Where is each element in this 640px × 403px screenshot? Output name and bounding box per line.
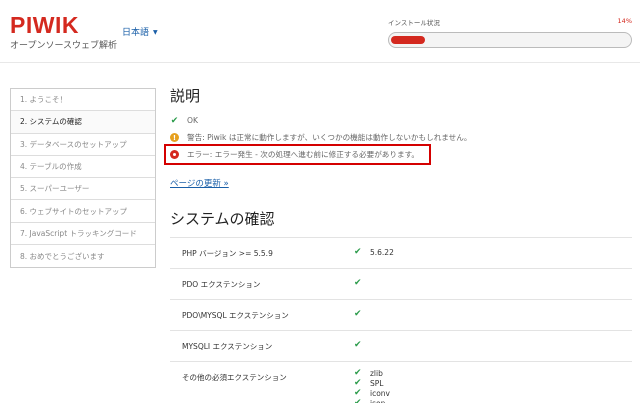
check-icon: ✔ <box>354 378 362 388</box>
legend-ok: ✔ OK <box>170 112 632 129</box>
error-highlight-box <box>164 144 431 165</box>
check-icon: ✔ <box>170 115 179 126</box>
header-divider <box>0 62 640 63</box>
check-icon: ✔ <box>354 278 362 288</box>
check-icon: ✔ <box>354 388 362 398</box>
table-row: PDO エクステンション ✔ <box>170 268 632 299</box>
check-item: ✔ <box>354 278 632 288</box>
row-label: PDO\MYSQL エクステンション <box>182 311 289 320</box>
check-icon: ✔ <box>354 398 362 403</box>
row-label: PHP バージョン >= 5.5.9 <box>182 249 273 258</box>
step-welcome[interactable]: 1. ようこそ！ <box>11 89 155 112</box>
logo-wordmark: PIWIK <box>10 12 79 38</box>
step-database-setup[interactable]: 3. データベースのセットアップ <box>11 134 155 156</box>
step-website-setup[interactable]: 6. ウェブサイトのセットアップ <box>11 200 155 223</box>
install-progress-percent: 14% <box>617 17 632 25</box>
install-progress-label: インストール状況 <box>388 19 440 27</box>
language-selector[interactable]: 日本語 ▼ <box>122 25 158 38</box>
check-item: ✔ <box>354 340 632 350</box>
main-content: 説明 ✔ OK ! 警告: Piwik は正常に動作しますが、いくつかの機能は動… <box>164 86 632 403</box>
legend-ok-text: OK <box>187 116 198 125</box>
system-check-table: PHP バージョン >= 5.5.9 ✔ 5.6.22 PDO エクステンション … <box>170 237 632 403</box>
install-steps: 1. ようこそ！ 2. システムの確認 3. データベースのセットアップ 4. … <box>10 88 156 269</box>
check-icon: ✔ <box>354 309 362 319</box>
check-item: ✔ iconv <box>354 388 390 398</box>
check-icon: ✔ <box>354 368 362 378</box>
step-create-tables[interactable]: 4. テーブルの作成 <box>11 156 155 179</box>
legend-warning-text: 警告: Piwik は正常に動作しますが、いくつかの機能は動作しないかもしれませ… <box>187 133 472 142</box>
legend-title: 説明 <box>170 87 201 105</box>
install-progress: インストール状況 14% <box>388 17 632 48</box>
check-icon: ✔ <box>354 340 362 350</box>
progress-fill <box>391 36 425 44</box>
language-selected: 日本語 <box>122 28 150 38</box>
check-item: ✔ SPL <box>354 378 384 388</box>
check-item: ✔ zlib <box>354 368 383 378</box>
logo-tagline: オープンソースウェブ解析 <box>10 41 118 51</box>
system-check-title: システムの確認 <box>170 210 275 228</box>
check-item: ✔ <box>354 309 632 319</box>
table-row: PDO\MYSQL エクステンション ✔ <box>170 299 632 330</box>
table-row: MYSQLI エクステンション ✔ <box>170 330 632 361</box>
step-system-check[interactable]: 2. システムの確認 <box>11 111 155 134</box>
table-row: その他の必須エクステンション ✔zlib ✔SPL ✔iconv ✔json ✔… <box>170 361 632 403</box>
caret-down-icon: ▼ <box>153 29 158 36</box>
progress-track <box>388 32 632 48</box>
step-super-user[interactable]: 5. スーパーユーザー <box>11 178 155 201</box>
refresh-page-link[interactable]: ページの更新 » <box>170 177 229 189</box>
row-label: MYSQLI エクステンション <box>182 342 273 351</box>
step-congratulations[interactable]: 8. おめでとうございます <box>11 245 155 267</box>
step-tracking-code[interactable]: 7. JavaScript トラッキングコード <box>11 223 155 246</box>
check-item: ✔ json <box>354 398 632 403</box>
row-label: その他の必須エクステンション <box>182 373 287 382</box>
check-item: ✔ 5.6.22 <box>354 247 394 257</box>
row-label: PDO エクステンション <box>182 280 261 289</box>
piwik-logo[interactable]: PIWIK オープンソースウェブ解析 <box>10 12 118 52</box>
check-icon: ✔ <box>354 247 362 257</box>
warning-icon: ! <box>170 133 179 142</box>
table-row: PHP バージョン >= 5.5.9 ✔ 5.6.22 <box>170 237 632 268</box>
